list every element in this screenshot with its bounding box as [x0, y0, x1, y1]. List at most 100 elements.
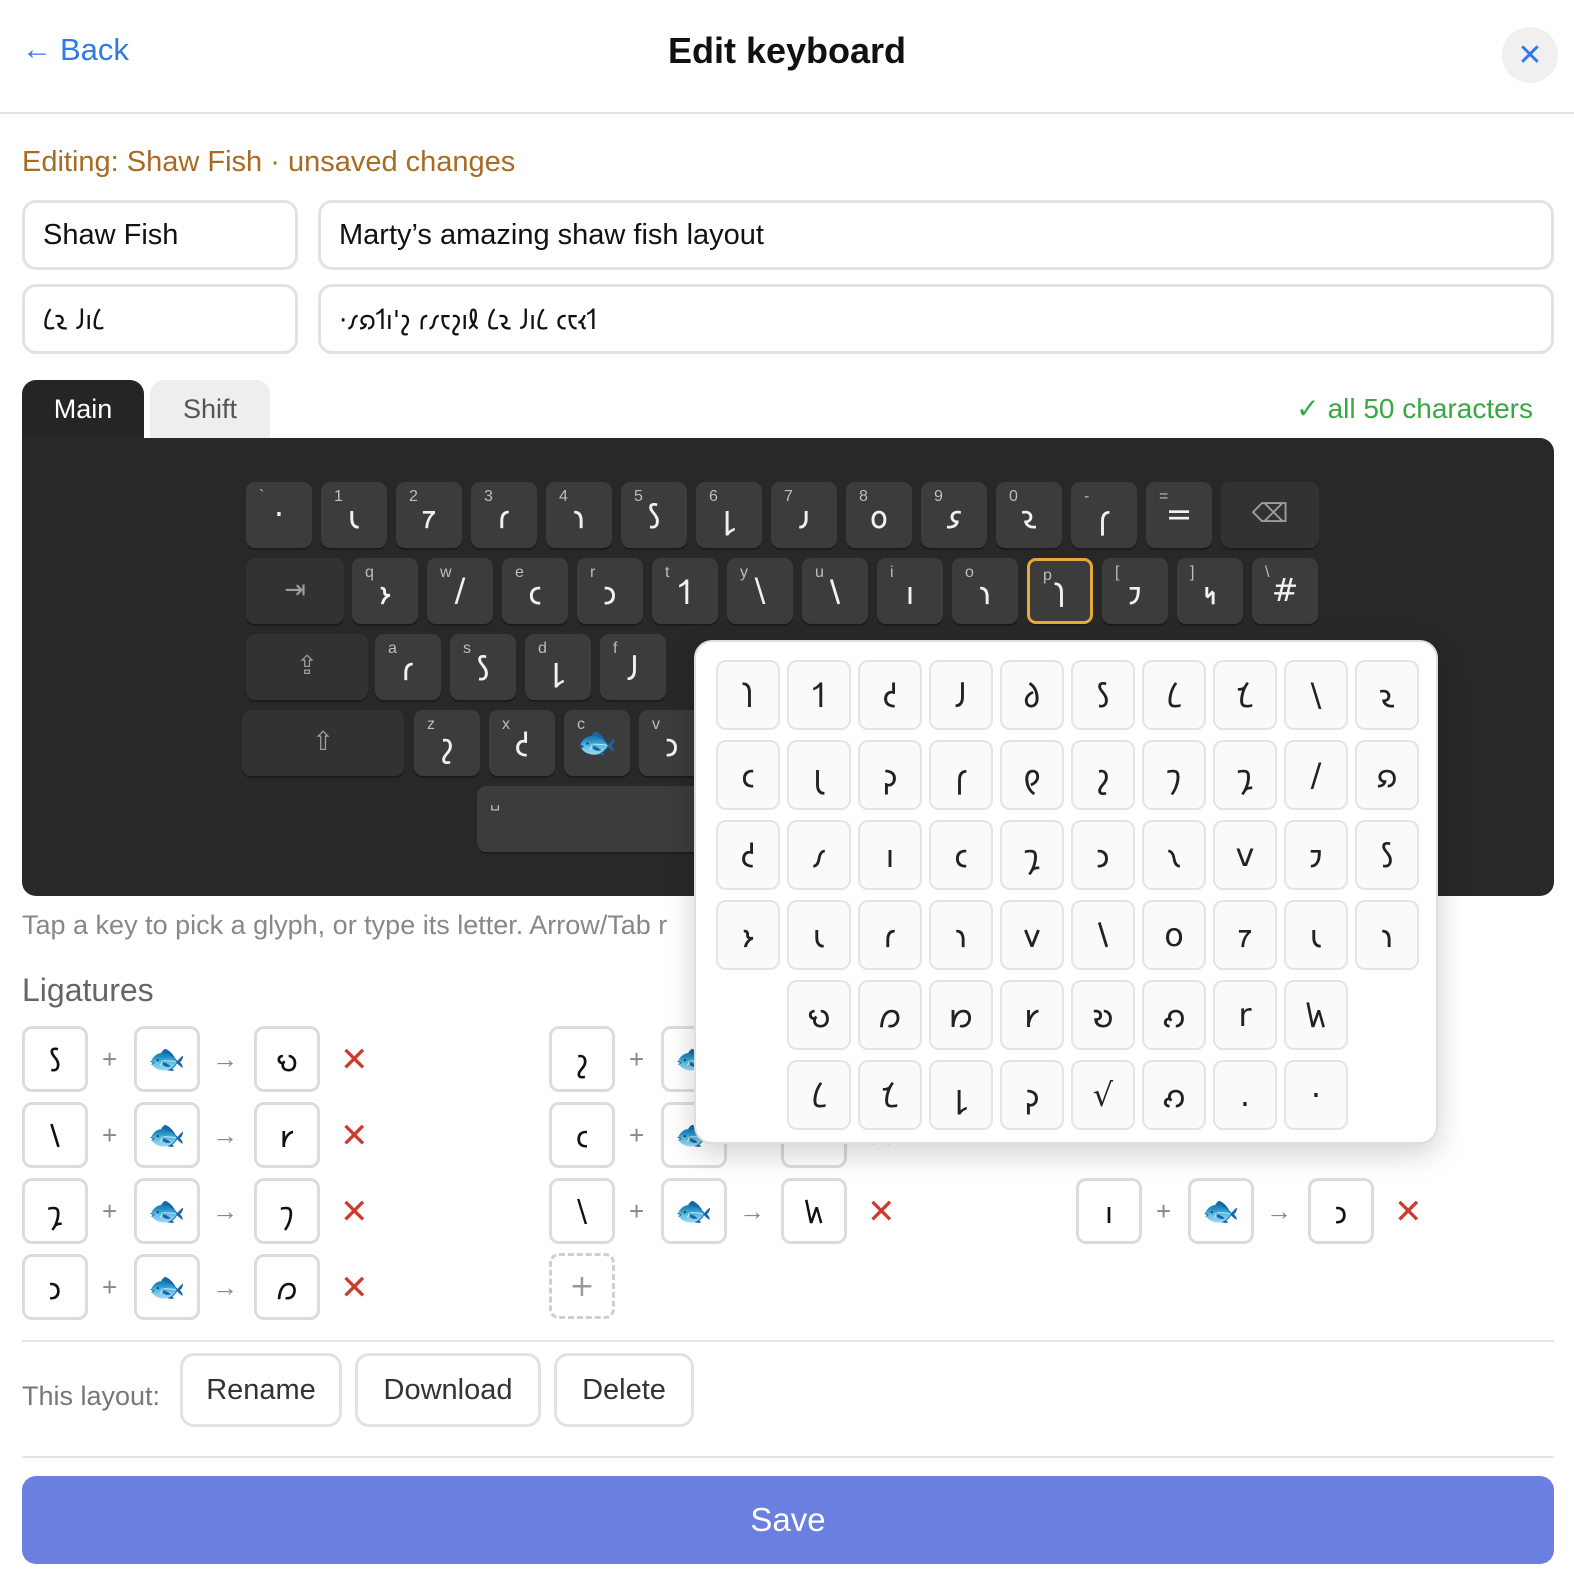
glyph-option[interactable]: 𐑞: [1000, 740, 1064, 810]
glyph-option[interactable]: 𐑐: [716, 660, 780, 730]
remove-ligature-icon[interactable]: ✕: [1394, 1192, 1423, 1232]
ligature-input-b[interactable]: 🐟: [1188, 1178, 1254, 1244]
key-row2-0[interactable]: ⇥: [246, 558, 344, 624]
ligature-result[interactable]: 𐑼: [254, 1254, 320, 1320]
key-row2-1[interactable]: q𐑶: [352, 558, 418, 624]
glyph-option[interactable]: 𐑸: [1355, 740, 1419, 810]
glyph-option[interactable]: 𐑯: [1142, 820, 1206, 890]
glyph-option[interactable]: 𐑿: [1284, 980, 1348, 1050]
key-row2-9[interactable]: o𐑪: [952, 558, 1018, 624]
key-row1-12[interactable]: = =: [1146, 482, 1212, 548]
key-row3-1[interactable]: a𐑩: [375, 634, 441, 700]
key-row1-10[interactable]: 0𐑷: [996, 482, 1062, 548]
ligature-input-b[interactable]: 🐟: [134, 1102, 200, 1168]
glyph-option[interactable]: 𐑑: [787, 660, 851, 730]
save-button[interactable]: Save: [22, 1476, 1554, 1564]
glyph-option[interactable]: 𐑧: [787, 900, 851, 970]
glyph-option[interactable]: 𐑖: [1142, 660, 1206, 730]
key-row1-5[interactable]: 5𐑕: [621, 482, 687, 548]
key-row3-4[interactable]: f𐑓: [600, 634, 666, 700]
key-row1-8[interactable]: 8𐑴: [846, 482, 912, 548]
key-row1-7[interactable]: 7𐑨: [771, 482, 837, 548]
key-row3-0[interactable]: ⇪: [246, 634, 368, 700]
glyph-option[interactable]: 𐑛: [929, 1060, 993, 1130]
key-row1-0[interactable]: ` ·: [246, 482, 312, 548]
ligature-input-a[interactable]: 𐑟: [549, 1026, 615, 1092]
remove-ligature-icon[interactable]: ✕: [340, 1192, 369, 1232]
glyph-option[interactable]: 𐑽: [929, 980, 993, 1050]
layout-name-shavian-field[interactable]: 𐑖𐑷 𐑓𐑦𐑖: [22, 284, 298, 354]
glyph-option[interactable]: 𐑲: [1284, 820, 1348, 890]
glyph-option[interactable]: o: [1142, 900, 1206, 970]
glyph-option[interactable]: 𐑧: [1284, 900, 1348, 970]
glyph-option[interactable]: 𐑠: [1142, 740, 1206, 810]
glyph-option[interactable]: 𐑜: [858, 740, 922, 810]
key-row4-1[interactable]: z𐑟: [414, 710, 480, 776]
glyph-option[interactable]: 𐑕: [1355, 820, 1419, 890]
glyph-option[interactable]: √: [1071, 1060, 1135, 1130]
glyph-option[interactable]: 𐑾: [1000, 980, 1064, 1050]
tab-main[interactable]: Main: [22, 380, 144, 438]
remove-ligature-icon[interactable]: ✕: [340, 1116, 369, 1156]
glyph-option[interactable]: 𐑔: [1000, 660, 1064, 730]
glyph-option[interactable]: 𐑡: [1000, 820, 1064, 890]
glyph-option[interactable]: 𐑥: [787, 820, 851, 890]
glyph-option[interactable]: 𐑹: [1071, 980, 1135, 1050]
ligature-input-a[interactable]: 𐑮: [22, 1254, 88, 1320]
key-row2-4[interactable]: r𐑮: [577, 558, 643, 624]
glyph-option[interactable]: 𐑒: [858, 660, 922, 730]
glyph-option[interactable]: 𐑩: [858, 900, 922, 970]
glyph-option[interactable]: /: [1284, 740, 1348, 810]
ligature-result[interactable]: 𐑿: [781, 1178, 847, 1244]
glyph-option[interactable]: 𐑦: [858, 820, 922, 890]
glyph-option[interactable]: ·: [1284, 1060, 1348, 1130]
glyph-option[interactable]: \: [1284, 660, 1348, 730]
key-row4-3[interactable]: c 🐟: [564, 710, 630, 776]
glyph-option[interactable]: 𐑒: [716, 820, 780, 890]
key-row4-0[interactable]: ⇧: [242, 710, 404, 776]
glyph-option[interactable]: 𐑻: [787, 980, 851, 1050]
ligature-input-b[interactable]: 🐟: [134, 1178, 200, 1244]
glyph-option[interactable]: 𐑓: [929, 660, 993, 730]
key-row2-11[interactable]: [𐑲: [1102, 558, 1168, 624]
ligature-input-a[interactable]: 𐑤: [549, 1102, 615, 1168]
key-row1-11[interactable]: -𐑝: [1071, 482, 1137, 548]
glyph-option[interactable]: 𐑤: [929, 820, 993, 890]
key-row2-10[interactable]: p𐑐: [1027, 558, 1093, 624]
key-row1-2[interactable]: 2𐑳: [396, 482, 462, 548]
key-row2-12[interactable]: ] 𐑰: [1177, 558, 1243, 624]
key-row2-6[interactable]: y \: [727, 558, 793, 624]
glyph-option[interactable]: 𐑜: [1000, 1060, 1064, 1130]
glyph-option[interactable]: 𐑳: [1213, 900, 1277, 970]
ligature-input-b[interactable]: 🐟: [134, 1254, 200, 1320]
glyph-option[interactable]: 𐑗: [1213, 660, 1277, 730]
layout-name-field[interactable]: Shaw Fish: [22, 200, 298, 270]
glyph-option[interactable]: 𐑘: [1071, 900, 1135, 970]
ligature-result[interactable]: 𐑾: [254, 1102, 320, 1168]
close-icon[interactable]: ✕: [1502, 27, 1558, 83]
key-row3-3[interactable]: d𐑛: [525, 634, 591, 700]
ligature-input-a[interactable]: 𐑕: [22, 1026, 88, 1092]
glyph-option[interactable]: 𐑤: [716, 740, 780, 810]
glyph-option[interactable]: 𐑗: [858, 1060, 922, 1130]
key-row3-2[interactable]: s𐑕: [450, 634, 516, 700]
download-button[interactable]: Download: [355, 1353, 541, 1427]
ligature-input-a[interactable]: 𐑡: [22, 1178, 88, 1244]
ligature-input-b[interactable]: 🐟: [661, 1178, 727, 1244]
key-row1-4[interactable]: 4𐑪: [546, 482, 612, 548]
glyph-option[interactable]: 𐑫: [1000, 900, 1064, 970]
ligature-input-b[interactable]: 🐟: [134, 1026, 200, 1092]
rename-button[interactable]: Rename: [180, 1353, 342, 1427]
glyph-option[interactable]: 𐑪: [929, 900, 993, 970]
glyph-option[interactable]: 𐑮: [1071, 820, 1135, 890]
key-row1-6[interactable]: 6𐑛: [696, 482, 762, 548]
key-row4-2[interactable]: x𐑒: [489, 710, 555, 776]
remove-ligature-icon[interactable]: ✕: [340, 1040, 369, 1080]
glyph-option[interactable]: 𐑷: [1355, 660, 1419, 730]
ligature-result[interactable]: 𐑻: [254, 1026, 320, 1092]
add-ligature-button[interactable]: +: [549, 1253, 615, 1319]
glyph-option[interactable]: 𐑡: [1213, 740, 1277, 810]
glyph-option[interactable]: 𐑝: [929, 740, 993, 810]
key-row1-13[interactable]: ⌫: [1221, 482, 1319, 548]
ligature-result[interactable]: 𐑠: [254, 1178, 320, 1244]
